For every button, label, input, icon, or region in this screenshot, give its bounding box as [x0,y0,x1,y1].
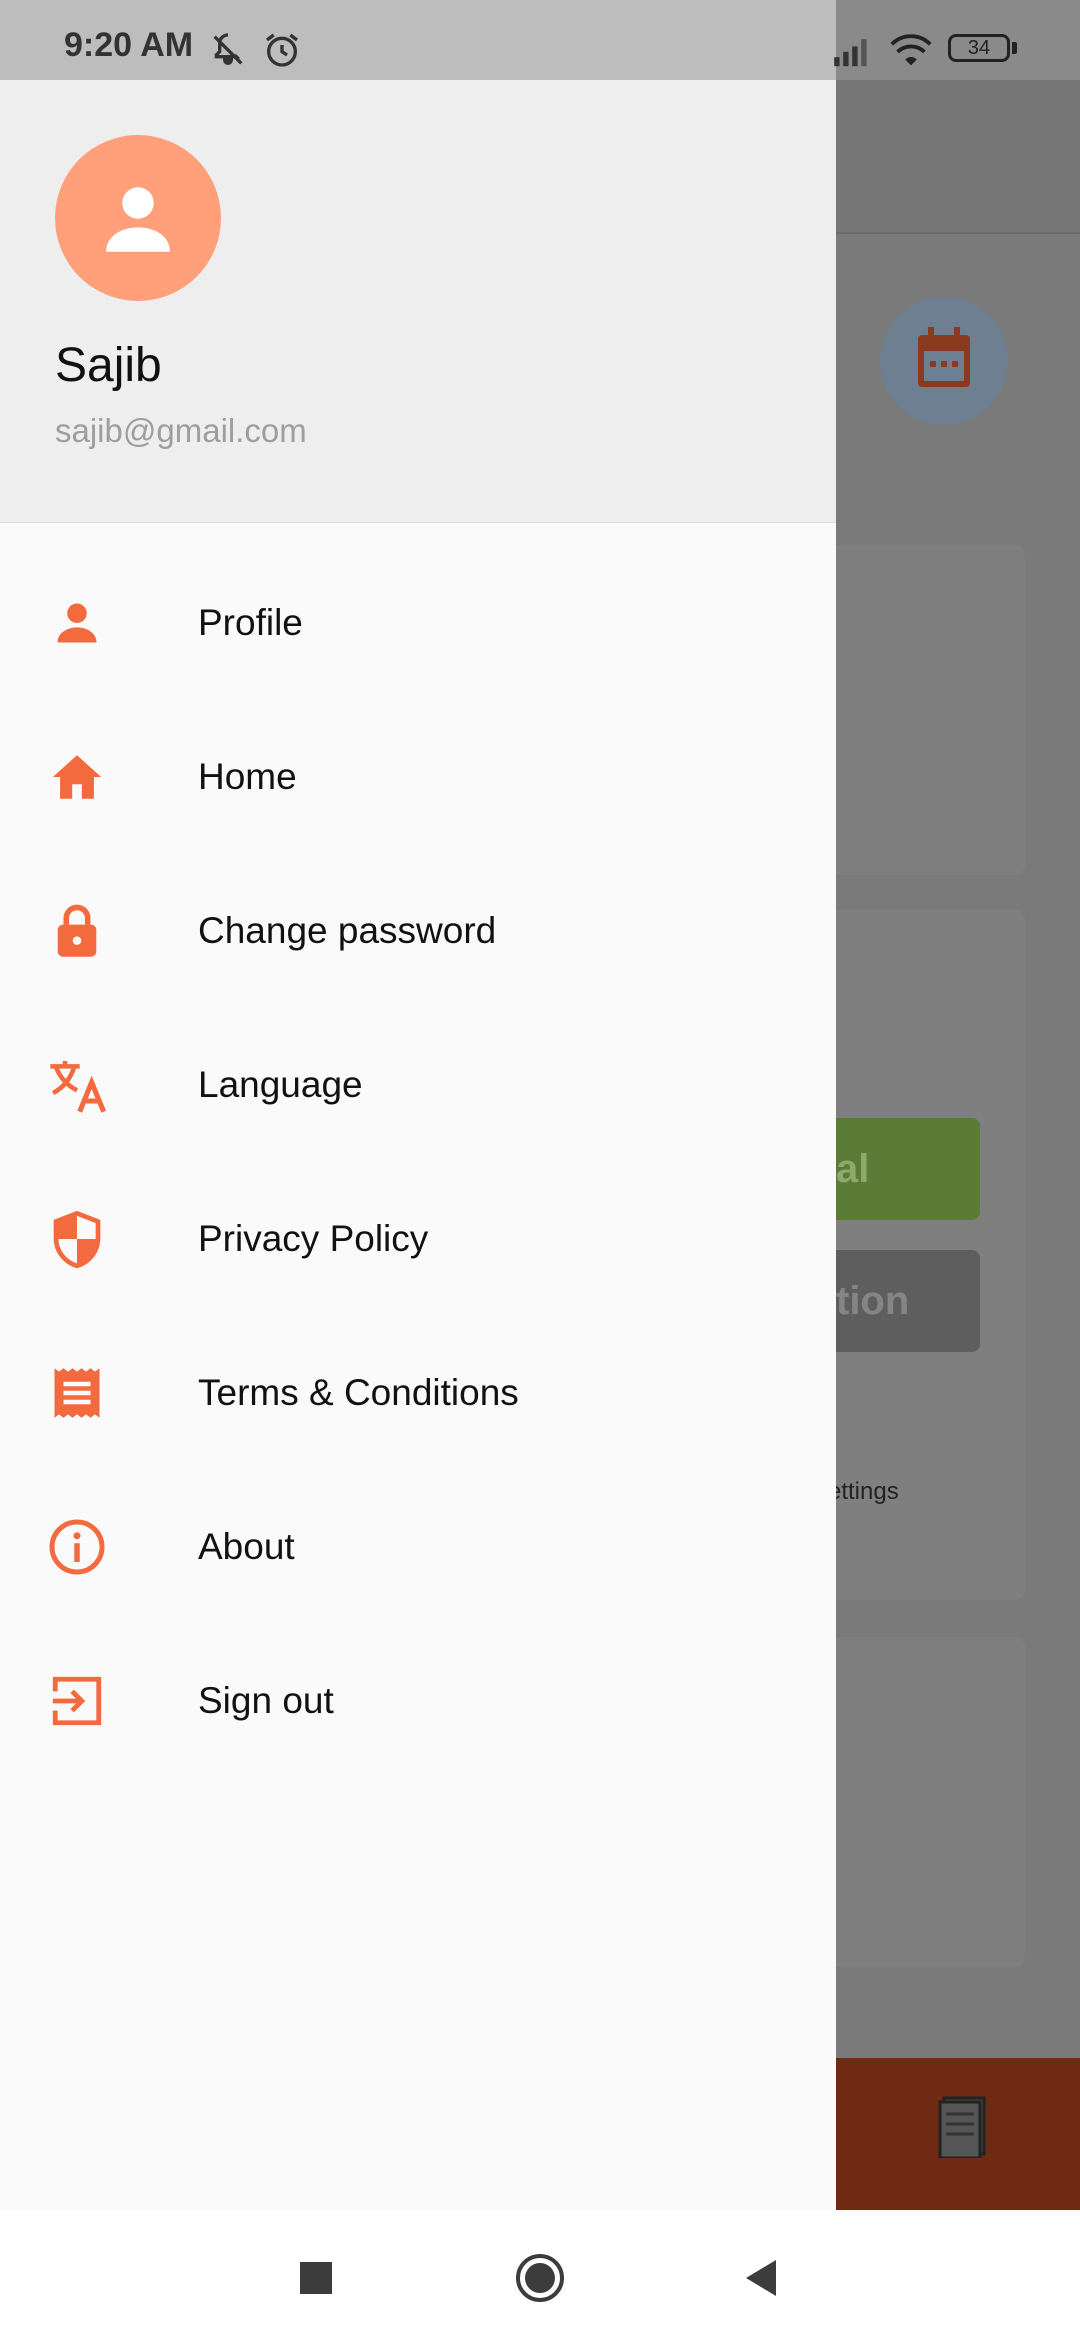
menu-item-sign-out[interactable]: Sign out [0,1624,836,1778]
menu-item-label: Profile [198,602,303,643]
menu-item-privacy-policy[interactable]: Privacy Policy [0,1162,836,1316]
menu-item-home[interactable]: Home [0,700,836,854]
recents-button[interactable] [296,2258,336,2298]
home-button[interactable] [514,2252,566,2304]
mute-icon [213,33,243,66]
calendar-icon [918,327,970,387]
menu-item-label: Change password [198,910,497,951]
status-bar: 9:20 AM 34 [0,0,1080,80]
person-icon [106,187,170,252]
calendar-button[interactable] [880,297,1008,425]
menu-item-label: Sign out [198,1680,334,1721]
background-primary-button[interactable]: al [836,1118,980,1220]
menu-item-language[interactable]: Language [0,1008,836,1162]
battery-level: 34 [967,37,991,59]
info-icon [45,1515,109,1579]
menu-item-label: About [198,1526,295,1567]
menu-item-about[interactable]: About [0,1470,836,1624]
background-bottom-bar [836,2058,1080,2210]
back-button[interactable] [740,2256,784,2300]
user-email: sajib@gmail.com [55,412,307,449]
wifi-icon [890,34,932,66]
shield-icon [45,1207,109,1271]
battery-icon: 34 [948,34,1010,62]
background-appbar [836,80,1080,234]
menu-item-profile[interactable]: Profile [0,546,836,700]
avatar[interactable] [55,135,221,301]
translate-icon [45,1053,109,1117]
menu-item-label: Terms & Conditions [198,1372,519,1413]
battery-tip [1012,42,1017,54]
receipt-icon [45,1361,109,1425]
alarm-icon [266,33,298,67]
system-nav-bar [0,2210,1080,2340]
signal-icon [834,39,867,67]
menu-item-change-password[interactable]: Change password [0,854,836,1008]
home-icon [45,745,109,809]
drawer-header: Sajib sajib@gmail.com [0,80,836,523]
background-card-3 [836,1637,1025,1967]
background-settings-link[interactable]: ettings [828,1478,899,1506]
user-name: Sajib [55,339,162,392]
navigation-drawer: Sajib sajib@gmail.com Profile Home Chang… [0,80,836,2210]
document-icon [938,2096,986,2158]
lock-icon [45,899,109,963]
sign-out-icon [45,1669,109,1733]
menu-item-label: Home [198,756,297,797]
status-time: 9:20 AM [64,26,194,64]
person-icon [45,591,109,655]
menu-item-label: Language [198,1064,363,1105]
background-secondary-button[interactable]: tion [836,1250,980,1352]
background-card-1 [836,545,1025,875]
menu-item-label: Privacy Policy [198,1218,429,1259]
menu-item-terms-conditions[interactable]: Terms & Conditions [0,1316,836,1470]
drawer-menu: Profile Home Change password Language Pr… [0,546,836,1778]
